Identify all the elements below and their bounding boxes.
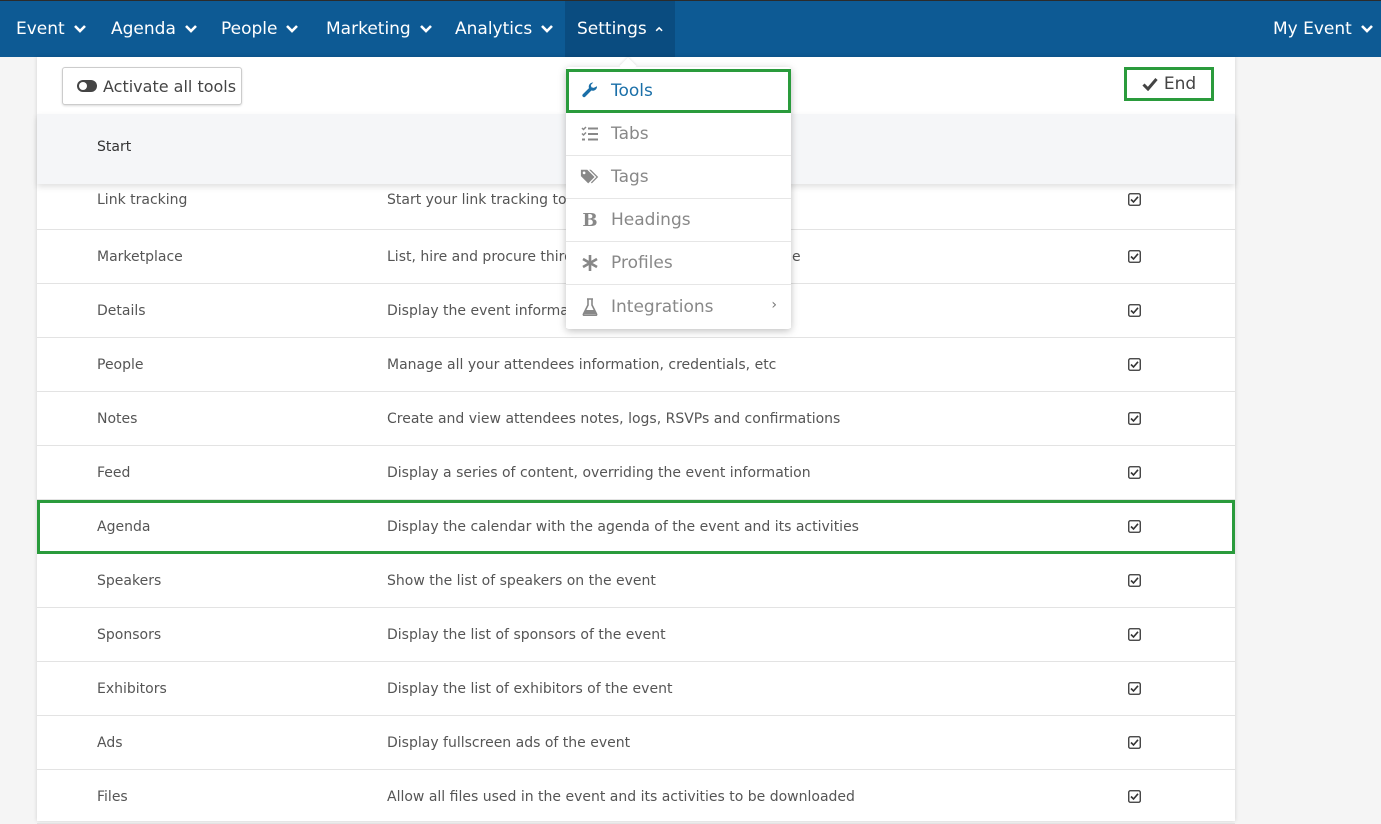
- tool-name: Feed: [97, 465, 131, 481]
- menu-item-tools-label: Tools: [611, 81, 653, 101]
- nav-analytics[interactable]: Analytics: [455, 1, 554, 57]
- tool-name: Sponsors: [97, 627, 162, 643]
- menu-item-profiles[interactable]: Profiles: [566, 242, 791, 285]
- nav-my-event[interactable]: My Event: [1273, 1, 1374, 57]
- tool-name: People: [97, 357, 144, 373]
- chevron-down-icon: [419, 25, 432, 33]
- flask-icon: [580, 297, 600, 317]
- chevron-down-icon: [73, 25, 86, 33]
- menu-item-headings[interactable]: B Headings: [566, 199, 791, 242]
- tool-description: Show the list of speakers on the event: [387, 573, 656, 589]
- tool-description: Display the event informati: [387, 303, 579, 319]
- tool-description: Manage all your attendees information, c…: [387, 357, 777, 373]
- nav-event[interactable]: Event: [16, 1, 87, 57]
- menu-item-integrations-label: Integrations: [611, 296, 714, 317]
- nav-agenda[interactable]: Agenda: [111, 1, 198, 57]
- checkbox-checked-icon[interactable]: [1128, 736, 1141, 749]
- menu-item-integrations[interactable]: Integrations ›: [566, 285, 791, 328]
- chevron-down-icon: [1360, 25, 1373, 33]
- table-row: Feed Display a series of content, overri…: [37, 446, 1235, 500]
- menu-item-profiles-label: Profiles: [611, 253, 673, 273]
- checkbox-checked-icon[interactable]: [1128, 250, 1141, 263]
- wrench-icon: [580, 81, 600, 101]
- asterisk-icon: [580, 253, 600, 273]
- tool-name: Ads: [97, 735, 123, 751]
- tool-name: Speakers: [97, 573, 162, 589]
- nav-settings-label: Settings: [577, 19, 647, 39]
- nav-analytics-label: Analytics: [455, 19, 533, 39]
- table-row-agenda-highlighted[interactable]: Agenda Display the calendar with the age…: [37, 500, 1235, 554]
- end-button[interactable]: End: [1124, 67, 1214, 101]
- tool-description: Display the list of exhibitors of the ev…: [387, 681, 673, 697]
- tool-name: Marketplace: [97, 249, 183, 265]
- tool-name: Exhibitors: [97, 681, 167, 697]
- checkbox-checked-icon[interactable]: [1128, 304, 1141, 317]
- check-icon: [1142, 78, 1158, 91]
- checkbox-checked-icon[interactable]: [1128, 358, 1141, 371]
- checkbox-checked-icon[interactable]: [1128, 412, 1141, 425]
- toggle-icon: [77, 80, 97, 92]
- menu-item-tools[interactable]: Tools: [566, 69, 791, 113]
- tool-description-tail: e: [792, 249, 801, 265]
- checkbox-checked-icon[interactable]: [1128, 193, 1141, 206]
- menu-item-tabs-label: Tabs: [611, 124, 649, 144]
- tool-description: Display a series of content, overriding …: [387, 465, 811, 481]
- top-navigation-bar: Event Agenda People Marketing Analytics …: [0, 0, 1381, 57]
- table-row: Files Allow all files used in the event …: [37, 770, 1235, 824]
- table-row: People Manage all your attendees informa…: [37, 338, 1235, 392]
- checkbox-checked-icon[interactable]: [1128, 790, 1141, 803]
- table-row: Exhibitors Display the list of exhibitor…: [37, 662, 1235, 716]
- checkbox-checked-icon[interactable]: [1128, 628, 1141, 641]
- menu-item-headings-label: Headings: [611, 210, 691, 230]
- table-header-start: Start: [97, 139, 132, 155]
- chevron-right-icon: ›: [771, 297, 777, 313]
- tool-description: Start your link tracking tool: [387, 192, 580, 208]
- tool-name: Agenda: [97, 519, 151, 535]
- nav-marketing-label: Marketing: [326, 19, 411, 39]
- nav-my-event-label: My Event: [1273, 19, 1352, 39]
- tool-name: Files: [97, 789, 128, 805]
- menu-item-tags[interactable]: Tags: [566, 156, 791, 199]
- settings-dropdown-menu: Tools Tabs Tags B Headings Profiles Inte…: [566, 67, 791, 329]
- bold-icon: B: [582, 209, 598, 231]
- chevron-down-icon: [286, 25, 299, 33]
- activate-all-tools-button[interactable]: Activate all tools: [62, 67, 242, 105]
- table-row: Sponsors Display the list of sponsors of…: [37, 608, 1235, 662]
- end-button-label: End: [1163, 74, 1197, 94]
- tool-description: Display fullscreen ads of the event: [387, 735, 631, 751]
- tool-name: Notes: [97, 411, 138, 427]
- tags-icon: [580, 167, 600, 187]
- checkbox-checked-icon[interactable]: [1128, 682, 1141, 695]
- tool-name: Link tracking: [97, 192, 188, 208]
- chevron-down-icon: [184, 25, 197, 33]
- nav-people-label: People: [221, 19, 278, 39]
- chevron-up-icon: [655, 26, 663, 32]
- nav-event-label: Event: [16, 19, 65, 39]
- nav-marketing[interactable]: Marketing: [326, 1, 433, 57]
- checkbox-checked-icon[interactable]: [1128, 520, 1141, 533]
- tool-description: Allow all files used in the event and it…: [387, 789, 855, 805]
- menu-item-tabs[interactable]: Tabs: [566, 113, 791, 156]
- checkbox-checked-icon[interactable]: [1128, 466, 1141, 479]
- tool-description: Display the calendar with the agenda of …: [387, 519, 859, 535]
- list-check-icon: [580, 124, 600, 144]
- nav-settings[interactable]: Settings: [565, 1, 675, 57]
- menu-item-tags-label: Tags: [611, 167, 649, 187]
- table-row: Speakers Show the list of speakers on th…: [37, 554, 1235, 608]
- chevron-down-icon: [541, 25, 554, 33]
- table-row: Ads Display fullscreen ads of the event: [37, 716, 1235, 770]
- table-row: Notes Create and view attendees notes, l…: [37, 392, 1235, 446]
- tool-description: List, hire and procure third: [387, 249, 574, 265]
- tool-name: Details: [97, 303, 146, 319]
- tool-description: Display the list of sponsors of the even…: [387, 627, 666, 643]
- nav-agenda-label: Agenda: [111, 19, 176, 39]
- checkbox-checked-icon[interactable]: [1128, 574, 1141, 587]
- activate-all-tools-label: Activate all tools: [103, 76, 237, 96]
- tool-description: Create and view attendees notes, logs, R…: [387, 411, 841, 427]
- nav-people[interactable]: People: [221, 1, 299, 57]
